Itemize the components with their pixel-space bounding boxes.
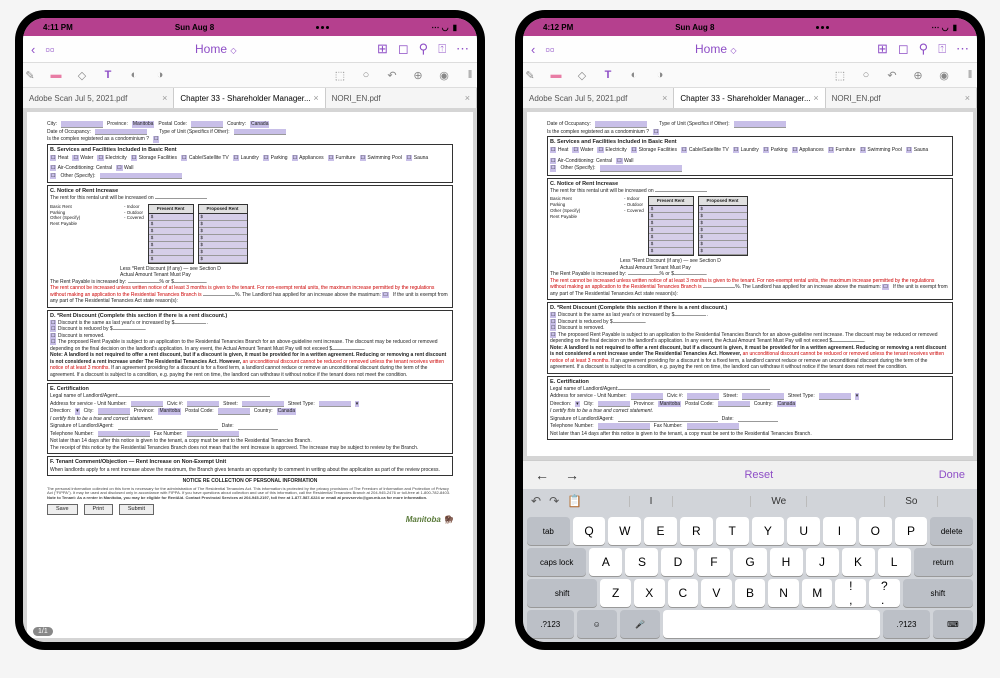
dismiss-keyboard-icon[interactable]: ⌨	[933, 610, 973, 638]
back-icon[interactable]: ‹	[31, 42, 35, 57]
key[interactable]: Q	[573, 517, 606, 545]
search-icon[interactable]: ⚲	[419, 41, 429, 57]
key-space[interactable]	[663, 610, 880, 638]
library-icon[interactable]: ▫▫	[545, 42, 554, 57]
key-num[interactable]: .?123	[883, 610, 930, 638]
statusbar: 4:12 PM Sun Aug 8 ⋯ ◡▮	[523, 18, 977, 36]
eraser2-icon[interactable]: ◑	[153, 68, 167, 82]
screen: 4:12 PM Sun Aug 8 ⋯ ◡▮ ‹▫▫ Home ◇ ⊞◻⚲⍐⋯ …	[523, 18, 977, 642]
time: 4:11 PM	[43, 23, 73, 32]
key-shift[interactable]: shift	[527, 579, 597, 607]
add-icon[interactable]: ⊕	[411, 68, 425, 82]
library-icon[interactable]: ▫▫	[45, 42, 54, 57]
done-button[interactable]: Done	[939, 469, 965, 481]
close-icon[interactable]: ×	[465, 93, 470, 103]
battery-icon: ▮	[453, 23, 457, 32]
undo-icon[interactable]: ↶	[385, 68, 399, 82]
tab-2[interactable]: Chapter 33 - Shareholder Manager...×	[674, 88, 825, 108]
redo-icon[interactable]: ↷	[549, 494, 559, 508]
document-viewport[interactable]: City: Province: Manitoba Postal Code: Co…	[23, 108, 477, 642]
page-title[interactable]: Home ◇	[63, 42, 369, 56]
undo-icon[interactable]: ↶	[531, 494, 541, 508]
screen: 4:11 PM Sun Aug 8 ⋯ ◡ ▮ ‹ ▫▫ Home ◇ ⊞ ◻ …	[23, 18, 477, 642]
eraser-icon[interactable]: ◐	[127, 68, 141, 82]
keyboard-toolbar: ← → Reset Done	[523, 460, 977, 489]
record-icon[interactable]: ◉	[437, 68, 451, 82]
keyboard-suggestions: ↶ ↷ 📋 I We So	[523, 489, 977, 513]
ipad-left: 4:11 PM Sun Aug 8 ⋯ ◡ ▮ ‹ ▫▫ Home ◇ ⊞ ◻ …	[15, 10, 485, 650]
more-icon[interactable]: ⋯	[456, 41, 469, 57]
annotation-tools: ✎ ▬ ◇ T ◐ ◑ ⬚ ○ ↶ ⊕ ◉ ‖	[23, 63, 477, 88]
lasso-icon[interactable]: ⬚	[333, 68, 347, 82]
document-tabs: Adobe Scan Jul 5, 2021.pdf× Chapter 33 -…	[23, 88, 477, 108]
suggestion[interactable]: We	[750, 496, 807, 507]
suggestion[interactable]: So	[884, 496, 938, 507]
time: 4:12 PM	[543, 23, 573, 32]
date: Sun Aug 8	[175, 23, 214, 32]
document-viewport[interactable]: Date of Occupancy: Type of Unit (Specifi…	[523, 108, 977, 460]
pause-icon[interactable]: ‖	[463, 68, 477, 82]
mic-icon[interactable]: 🎤	[620, 610, 660, 638]
bookmark-icon[interactable]: ◻	[398, 41, 409, 57]
tab-1[interactable]: Adobe Scan Jul 5, 2021.pdf×	[23, 88, 174, 108]
date: Sun Aug 8	[675, 23, 714, 32]
page-indicator: 1/1	[33, 627, 53, 636]
keyboard: tab QWERTYUIOP delete caps lock ASDFGHJK…	[523, 513, 977, 642]
tab-2[interactable]: Chapter 33 - Shareholder Manager...×	[174, 88, 325, 108]
paste-icon[interactable]: 📋	[567, 494, 582, 508]
key-return[interactable]: return	[914, 548, 973, 576]
ipad-right: 4:12 PM Sun Aug 8 ⋯ ◡▮ ‹▫▫ Home ◇ ⊞◻⚲⍐⋯ …	[515, 10, 985, 650]
key-caps[interactable]: caps lock	[527, 548, 586, 576]
tab-3[interactable]: NORI_EN.pdf×	[326, 88, 477, 108]
highlighter-icon[interactable]: ▬	[49, 68, 63, 82]
back-icon[interactable]: ‹	[531, 42, 535, 57]
key-tab[interactable]: tab	[527, 517, 570, 545]
suggestion[interactable]: I	[629, 496, 674, 507]
pen-icon[interactable]: ✎	[23, 68, 37, 82]
thumbnails-icon[interactable]: ⊞	[377, 41, 388, 57]
text-icon[interactable]: T	[101, 68, 115, 82]
page-title[interactable]: Home ◇	[563, 42, 869, 56]
key-num[interactable]: .?123	[527, 610, 574, 638]
shape-icon[interactable]: ◇	[75, 68, 89, 82]
app-toolbar: ‹ ▫▫ Home ◇ ⊞ ◻ ⚲ ⍐ ⋯	[23, 36, 477, 63]
prev-icon[interactable]: ←	[535, 467, 549, 483]
statusbar: 4:11 PM Sun Aug 8 ⋯ ◡ ▮	[23, 18, 477, 36]
ruler-icon[interactable]: ○	[359, 68, 373, 82]
next-icon[interactable]: →	[565, 467, 579, 483]
wifi-icon: ⋯ ◡	[431, 23, 448, 32]
tab-3[interactable]: NORI_EN.pdf×	[826, 88, 977, 108]
close-icon[interactable]: ×	[162, 93, 167, 103]
pdf-page[interactable]: Date of Occupancy: Type of Unit (Specifi…	[527, 112, 973, 456]
pdf-page[interactable]: City: Province: Manitoba Postal Code: Co…	[27, 112, 473, 638]
key-delete[interactable]: delete	[930, 517, 973, 545]
share-icon[interactable]: ⍐	[438, 41, 446, 57]
emoji-icon[interactable]: ☺	[577, 610, 617, 638]
tab-1[interactable]: Adobe Scan Jul 5, 2021.pdf×	[523, 88, 674, 108]
reset-button[interactable]: Reset	[744, 469, 773, 481]
key-shift[interactable]: shift	[903, 579, 973, 607]
close-icon[interactable]: ×	[313, 93, 318, 103]
status-icons: ⋯ ◡ ▮	[431, 23, 457, 32]
